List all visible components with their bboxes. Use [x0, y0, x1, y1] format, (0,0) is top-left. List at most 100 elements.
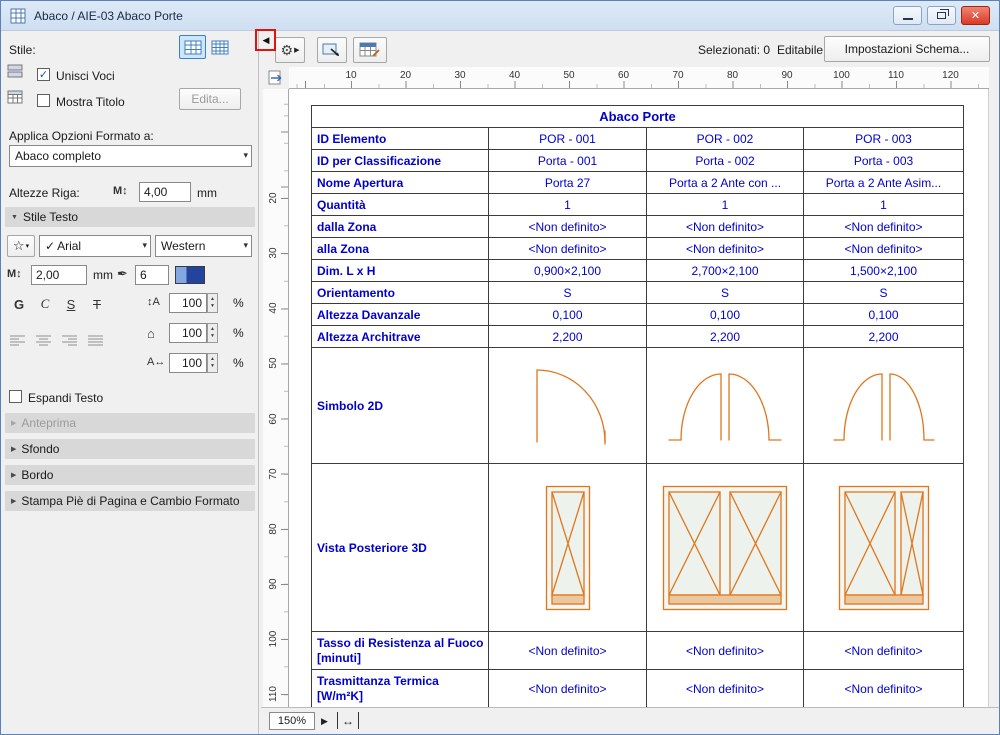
- scheme-options-button[interactable]: ⚙ ▶: [275, 37, 305, 63]
- char-width-input[interactable]: 100: [169, 323, 207, 343]
- table-cell[interactable]: <Non definito>: [489, 216, 647, 238]
- align-center-button[interactable]: [35, 334, 52, 350]
- char-width-stepper[interactable]: ▲▼: [207, 323, 218, 343]
- line-spacing-stepper[interactable]: ▲▼: [207, 293, 218, 313]
- horizontal-ruler[interactable]: 102030405060708090100110120: [289, 67, 989, 89]
- table-cell[interactable]: <Non definito>: [804, 216, 964, 238]
- style-grid-view-button[interactable]: [179, 35, 206, 59]
- statusbar: 150% ▶ ↔: [261, 707, 1000, 734]
- vertical-ruler[interactable]: 2030405060708090100110: [263, 89, 289, 707]
- select-area-button[interactable]: [317, 37, 347, 63]
- h-ruler-label: 10: [345, 70, 356, 81]
- table-cell[interactable]: POR - 001: [489, 128, 647, 150]
- table-cell[interactable]: 0,900×2,100: [489, 260, 647, 282]
- table-cell[interactable]: <Non definito>: [489, 238, 647, 260]
- italic-button[interactable]: C: [33, 293, 57, 315]
- merge-items-checkbox[interactable]: ✓: [37, 68, 50, 81]
- table-cell[interactable]: Porta a 2 Ante con ...: [647, 172, 804, 194]
- bold-button[interactable]: G: [7, 293, 31, 315]
- table-cell[interactable]: [804, 348, 964, 464]
- section-text-style[interactable]: ▼ Stile Testo: [5, 207, 255, 227]
- table-cell[interactable]: S: [489, 282, 647, 304]
- pen-color-swatch[interactable]: [175, 266, 205, 284]
- style-compact-view-button[interactable]: [206, 35, 233, 59]
- pen-number-input[interactable]: 6: [135, 265, 169, 285]
- table-cell[interactable]: POR - 003: [804, 128, 964, 150]
- section-anteprima[interactable]: ▶ Anteprima: [5, 413, 255, 433]
- table-cell[interactable]: <Non definito>: [804, 670, 964, 707]
- script-select[interactable]: Western ▾: [155, 235, 252, 257]
- table-cell[interactable]: 2,200: [647, 326, 804, 348]
- font-size-input[interactable]: 2,00: [31, 265, 87, 285]
- table-cell[interactable]: <Non definito>: [647, 238, 804, 260]
- apply-format-value: Abaco completo: [15, 149, 101, 163]
- schema-settings-button[interactable]: Impostazioni Schema...: [824, 36, 990, 62]
- table-cell[interactable]: [489, 464, 647, 632]
- schedule-canvas[interactable]: Abaco Porte ID ElementoPOR - 001POR - 00…: [289, 89, 989, 707]
- align-right-button[interactable]: [61, 334, 78, 350]
- row-height-input[interactable]: 4,00: [139, 182, 191, 202]
- table-cell[interactable]: <Non definito>: [489, 670, 647, 707]
- table-cell[interactable]: 0,100: [647, 304, 804, 326]
- table-cell[interactable]: Porta a 2 Ante Asim...: [804, 172, 964, 194]
- spin-down-icon: ▼: [210, 333, 215, 340]
- door-symbol-single-swing: [528, 365, 608, 447]
- table-cell[interactable]: Porta 27: [489, 172, 647, 194]
- table-cell[interactable]: [647, 348, 804, 464]
- row-label: ID Elemento: [312, 128, 489, 150]
- table-cell[interactable]: S: [804, 282, 964, 304]
- table-cell[interactable]: 2,200: [804, 326, 964, 348]
- table-cell[interactable]: [647, 464, 804, 632]
- edit-fields-button[interactable]: [353, 37, 387, 63]
- favorite-style-button[interactable]: ☆ ▾: [7, 235, 35, 257]
- strikethrough-button[interactable]: T: [85, 293, 109, 315]
- abaco-window: Abaco / AIE-03 Abaco Porte ✕ Stile: ✓ Un…: [0, 0, 1000, 735]
- apply-format-select[interactable]: Abaco completo ▾: [9, 145, 252, 167]
- line-spacing-input[interactable]: 100: [169, 293, 207, 313]
- ruler-origin-button[interactable]: [263, 67, 288, 88]
- titlebar[interactable]: Abaco / AIE-03 Abaco Porte ✕: [1, 1, 999, 31]
- table-cell[interactable]: POR - 002: [647, 128, 804, 150]
- table-cell[interactable]: 0,100: [804, 304, 964, 326]
- table-cell[interactable]: Porta - 003: [804, 150, 964, 172]
- close-button[interactable]: ✕: [961, 6, 990, 25]
- table-cell[interactable]: <Non definito>: [804, 632, 964, 670]
- section-stampa[interactable]: ▶ Stampa Piè di Pagina e Cambio Formato: [5, 491, 255, 511]
- align-left-button[interactable]: [9, 334, 26, 350]
- v-ruler-label: 40: [268, 297, 280, 319]
- section-sfondo[interactable]: ▶ Sfondo: [5, 439, 255, 459]
- zoom-level[interactable]: 150%: [269, 712, 315, 730]
- table-cell[interactable]: 1,500×2,100: [804, 260, 964, 282]
- section-bordo[interactable]: ▶ Bordo: [5, 465, 255, 485]
- font-select[interactable]: ✓ Arial ▾: [39, 235, 151, 257]
- table-cell[interactable]: <Non definito>: [489, 632, 647, 670]
- restore-button[interactable]: [927, 6, 956, 25]
- edit-button[interactable]: Edita...: [179, 88, 241, 110]
- table-cell[interactable]: <Non definito>: [647, 670, 804, 707]
- expand-text-checkbox[interactable]: [9, 390, 22, 403]
- show-title-checkbox[interactable]: [37, 94, 50, 107]
- table-cell[interactable]: [489, 348, 647, 464]
- table-cell[interactable]: <Non definito>: [647, 216, 804, 238]
- table-cell[interactable]: 1: [804, 194, 964, 216]
- table-cell[interactable]: S: [647, 282, 804, 304]
- char-spacing-input[interactable]: 100: [169, 353, 207, 373]
- table-cell[interactable]: <Non definito>: [804, 238, 964, 260]
- format-sidebar: Stile: ✓ Unisci Voci Mostra Titolo Edita…: [1, 31, 259, 734]
- underline-button[interactable]: S: [59, 293, 83, 315]
- table-cell[interactable]: 1: [647, 194, 804, 216]
- table-cell[interactable]: Porta - 001: [489, 150, 647, 172]
- minimize-button[interactable]: [893, 6, 922, 25]
- table-cell[interactable]: [804, 464, 964, 632]
- h-ruler-label: 120: [942, 70, 959, 81]
- fit-width-button[interactable]: ↔: [337, 712, 359, 729]
- zoom-menu-button[interactable]: ▶: [321, 716, 328, 727]
- table-cell[interactable]: 2,700×2,100: [647, 260, 804, 282]
- char-spacing-stepper[interactable]: ▲▼: [207, 353, 218, 373]
- table-cell[interactable]: 1: [489, 194, 647, 216]
- table-cell[interactable]: 2,200: [489, 326, 647, 348]
- align-justify-button[interactable]: [87, 334, 104, 350]
- table-cell[interactable]: 0,100: [489, 304, 647, 326]
- table-cell[interactable]: <Non definito>: [647, 632, 804, 670]
- table-cell[interactable]: Porta - 002: [647, 150, 804, 172]
